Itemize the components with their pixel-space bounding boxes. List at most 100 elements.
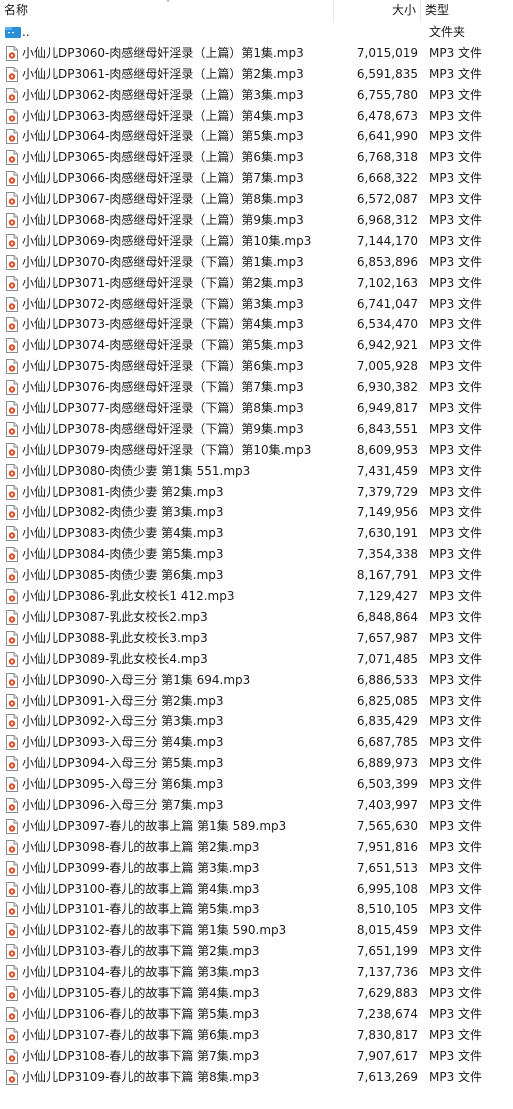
file-row[interactable]: 小仙儿DP3062-肉感继母奸淫录（上篇）第3集.mp3 6,755,780 MP3… [0, 85, 513, 106]
file-row[interactable]: 小仙儿DP3084-肉债少妻 第5集.mp3 7,354,338 MP3 文件 [0, 544, 513, 565]
file-size: 6,668,322 [356, 171, 418, 186]
mp3-file-icon [6, 359, 18, 375]
mp3-file-icon [6, 547, 18, 563]
file-name: 小仙儿DP3108-春儿的故事下篇 第7集.mp3 [22, 1048, 260, 1063]
file-size: 7,015,019 [356, 45, 418, 60]
file-row[interactable]: 小仙儿DP3099-春儿的故事上篇 第3集.mp3 7,651,513 MP3 文件 [0, 858, 513, 879]
file-row[interactable]: 小仙儿DP3061-肉感继母奸淫录（上篇）第2集.mp3 6,591,835 MP3… [0, 64, 513, 85]
file-row[interactable]: 小仙儿DP3108-春儿的故事下篇 第7集.mp3 7,907,617 MP3 文件 [0, 1046, 513, 1067]
file-row[interactable]: 小仙儿DP3068-肉感继母奸淫录（上篇）第9集.mp3 6,968,312 MP3… [0, 210, 513, 231]
file-row[interactable]: 小仙儿DP3069-肉感继母奸淫录（上篇）第10集.mp3 7,144,170 MP… [0, 231, 513, 252]
file-row[interactable]: 小仙儿DP3088-乳此女校长3.mp3 7,657,987 MP3 文件 [0, 628, 513, 649]
file-row[interactable]: 小仙儿DP3060-肉感继母奸淫录（上篇）第1集.mp3 7,015,019 MP3… [0, 43, 513, 64]
mp3-file-icon [6, 1027, 18, 1043]
file-size: 7,613,269 [356, 1069, 418, 1084]
file-name: 小仙儿DP3065-肉感继母奸淫录（上篇）第6集.mp3 [22, 150, 304, 165]
file-row[interactable]: 小仙儿DP3072-肉感继母奸淫录（下篇）第3集.mp3 6,741,047 MP3… [0, 294, 513, 315]
file-row[interactable]: 小仙儿DP3101-春儿的故事上篇 第5集.mp3 8,510,105 MP3 文件 [0, 899, 513, 920]
file-type: MP3 文件 [429, 714, 483, 729]
file-size: 7,403,997 [356, 797, 418, 812]
file-name: 小仙儿DP3061-肉感继母奸淫录（上篇）第2集.mp3 [22, 66, 304, 81]
file-list: .. 文件夹 小仙儿DP3060-肉感继母奸淫录（上篇）第1集.mp3 7,015… [0, 22, 513, 1087]
file-row[interactable]: 小仙儿DP3091-入母三分 第2集.mp3 6,825,085 MP3 文件 [0, 691, 513, 712]
file-type: MP3 文件 [429, 797, 483, 812]
mp3-file-icon [6, 442, 18, 458]
file-row[interactable]: 小仙儿DP3098-春儿的故事上篇 第2集.mp3 7,951,816 MP3 文件 [0, 837, 513, 858]
file-size: 6,687,785 [356, 735, 418, 750]
mp3-file-icon [6, 609, 18, 625]
file-row[interactable]: 小仙儿DP3065-肉感继母奸淫录（上篇）第6集.mp3 6,768,318 MP3… [0, 147, 513, 168]
file-type: MP3 文件 [429, 505, 483, 520]
file-row[interactable]: 小仙儿DP3093-入母三分 第4集.mp3 6,687,785 MP3 文件 [0, 732, 513, 753]
file-row[interactable]: 小仙儿DP3092-入母三分 第3集.mp3 6,835,429 MP3 文件 [0, 711, 513, 732]
file-name: 小仙儿DP3097-春儿的故事上篇 第1集 589.mp3 [22, 818, 287, 833]
file-size: 7,629,883 [356, 985, 418, 1000]
file-row[interactable]: 小仙儿DP3078-肉感继母奸淫录（下篇）第9集.mp3 6,843,551 MP3… [0, 419, 513, 440]
file-row[interactable]: 小仙儿DP3094-入母三分 第5集.mp3 6,889,973 MP3 文件 [0, 753, 513, 774]
mp3-file-icon [6, 233, 18, 249]
file-type: MP3 文件 [429, 818, 483, 833]
file-row[interactable]: 小仙儿DP3080-肉债少妻 第1集 551.mp3 7,431,459 MP3 文… [0, 461, 513, 482]
file-size: 7,565,630 [356, 818, 418, 833]
mp3-file-icon [6, 484, 18, 500]
sort-up-icon: ⌃ [165, 0, 171, 7]
file-row[interactable]: 小仙儿DP3106-春儿的故事下篇 第5集.mp3 7,238,674 MP3 文件 [0, 1004, 513, 1025]
file-row[interactable]: 小仙儿DP3104-春儿的故事下篇 第3集.mp3 7,137,736 MP3 文件 [0, 962, 513, 983]
file-row[interactable]: 小仙儿DP3075-肉感继母奸淫录（下篇）第6集.mp3 7,005,928 MP3… [0, 356, 513, 377]
file-row[interactable]: 小仙儿DP3082-肉债少妻 第3集.mp3 7,149,956 MP3 文件 [0, 502, 513, 523]
file-row[interactable]: 小仙儿DP3081-肉债少妻 第2集.mp3 7,379,729 MP3 文件 [0, 482, 513, 503]
file-size: 7,657,987 [356, 630, 418, 645]
column-header-type[interactable]: 类型 [421, 0, 513, 22]
file-row[interactable]: 小仙儿DP3096-入母三分 第7集.mp3 7,403,997 MP3 文件 [0, 795, 513, 816]
file-row[interactable]: 小仙儿DP3066-肉感继母奸淫录（上篇）第7集.mp3 6,668,322 MP3… [0, 168, 513, 189]
file-name: 小仙儿DP3083-肉债少妻 第4集.mp3 [22, 526, 224, 541]
file-row[interactable]: 小仙儿DP3083-肉债少妻 第4集.mp3 7,630,191 MP3 文件 [0, 523, 513, 544]
file-name: 小仙儿DP3099-春儿的故事上篇 第3集.mp3 [22, 860, 260, 875]
file-type: MP3 文件 [429, 735, 483, 750]
file-row[interactable]: 小仙儿DP3102-春儿的故事下篇 第1集 590.mp3 8,015,459 MP… [0, 920, 513, 941]
file-row[interactable]: 小仙儿DP3070-肉感继母奸淫录（下篇）第1集.mp3 6,853,896 MP3… [0, 252, 513, 273]
file-size: 6,503,399 [356, 777, 418, 792]
file-row[interactable]: 小仙儿DP3100-春儿的故事上篇 第4集.mp3 6,995,108 MP3 文件 [0, 879, 513, 900]
file-row[interactable]: 小仙儿DP3064-肉感继母奸淫录（上篇）第5集.mp3 6,641,990 MP3… [0, 126, 513, 147]
file-type: MP3 文件 [429, 296, 483, 311]
file-row[interactable]: 小仙儿DP3076-肉感继母奸淫录（下篇）第7集.mp3 6,930,382 MP3… [0, 377, 513, 398]
file-row[interactable]: 小仙儿DP3089-乳此女校长4.mp3 7,071,485 MP3 文件 [0, 649, 513, 670]
column-header-size[interactable]: 大小 [334, 0, 420, 22]
file-row[interactable]: 小仙儿DP3097-春儿的故事上篇 第1集 589.mp3 7,565,630 MP… [0, 816, 513, 837]
file-row[interactable]: 小仙儿DP3095-入母三分 第6集.mp3 6,503,399 MP3 文件 [0, 774, 513, 795]
mp3-file-icon [6, 630, 18, 646]
file-row[interactable]: 小仙儿DP3073-肉感继母奸淫录（下篇）第4集.mp3 6,534,470 MP3… [0, 314, 513, 335]
file-name: 小仙儿DP3072-肉感继母奸淫录（下篇）第3集.mp3 [22, 296, 304, 311]
file-row[interactable]: 小仙儿DP3074-肉感继母奸淫录（下篇）第5集.mp3 6,942,921 MP3… [0, 335, 513, 356]
file-row[interactable]: 小仙儿DP3086-乳此女校长1 412.mp3 7,129,427 MP3 文件 [0, 586, 513, 607]
file-type: MP3 文件 [429, 693, 483, 708]
file-row[interactable]: 小仙儿DP3085-肉债少妻 第6集.mp3 8,167,791 MP3 文件 [0, 565, 513, 586]
file-row[interactable]: 小仙儿DP3090-入母三分 第1集 694.mp3 6,886,533 MP3 文… [0, 670, 513, 691]
file-name: 小仙儿DP3102-春儿的故事下篇 第1集 590.mp3 [22, 923, 287, 938]
file-row[interactable]: 小仙儿DP3071-肉感继母奸淫录（下篇）第2集.mp3 7,102,163 MP3… [0, 273, 513, 294]
file-name: 小仙儿DP3087-乳此女校长2.mp3 [22, 609, 208, 624]
file-type: MP3 文件 [429, 902, 483, 917]
mp3-file-icon [6, 923, 18, 939]
file-name: 小仙儿DP3085-肉债少妻 第6集.mp3 [22, 568, 224, 583]
file-size: 6,853,896 [356, 254, 418, 269]
file-row[interactable]: 小仙儿DP3077-肉感继母奸淫录（下篇）第8集.mp3 6,949,817 MP3… [0, 398, 513, 419]
file-row[interactable]: 小仙儿DP3067-肉感继母奸淫录（上篇）第8集.mp3 6,572,087 MP3… [0, 189, 513, 210]
file-row[interactable]: 小仙儿DP3087-乳此女校长2.mp3 6,848,864 MP3 文件 [0, 607, 513, 628]
parent-folder-type: 文件夹 [429, 25, 466, 39]
file-row[interactable]: 小仙儿DP3109-春儿的故事下篇 第8集.mp3 7,613,269 MP3 文件 [0, 1067, 513, 1088]
file-name: 小仙儿DP3095-入母三分 第6集.mp3 [22, 777, 224, 792]
file-name: 小仙儿DP3104-春儿的故事下篇 第3集.mp3 [22, 965, 260, 980]
file-type: MP3 文件 [429, 66, 483, 81]
mp3-file-icon [6, 881, 18, 897]
file-type: MP3 文件 [429, 45, 483, 60]
file-type: MP3 文件 [429, 380, 483, 395]
file-row[interactable]: 小仙儿DP3105-春儿的故事下篇 第4集.mp3 7,629,883 MP3 文件 [0, 983, 513, 1004]
file-row[interactable]: 小仙儿DP3103-春儿的故事下篇 第2集.mp3 7,651,199 MP3 文件 [0, 941, 513, 962]
file-type: MP3 文件 [429, 1048, 483, 1063]
file-row[interactable]: 小仙儿DP3079-肉感继母奸淫录（下篇）第10集.mp3 8,609,953 MP… [0, 440, 513, 461]
file-row[interactable]: 小仙儿DP3107-春儿的故事下篇 第6集.mp3 7,830,817 MP3 文件 [0, 1025, 513, 1046]
file-row[interactable]: 小仙儿DP3063-肉感继母奸淫录（上篇）第4集.mp3 6,478,673 MP3… [0, 106, 513, 127]
parent-folder-row[interactable]: .. 文件夹 [0, 22, 513, 43]
